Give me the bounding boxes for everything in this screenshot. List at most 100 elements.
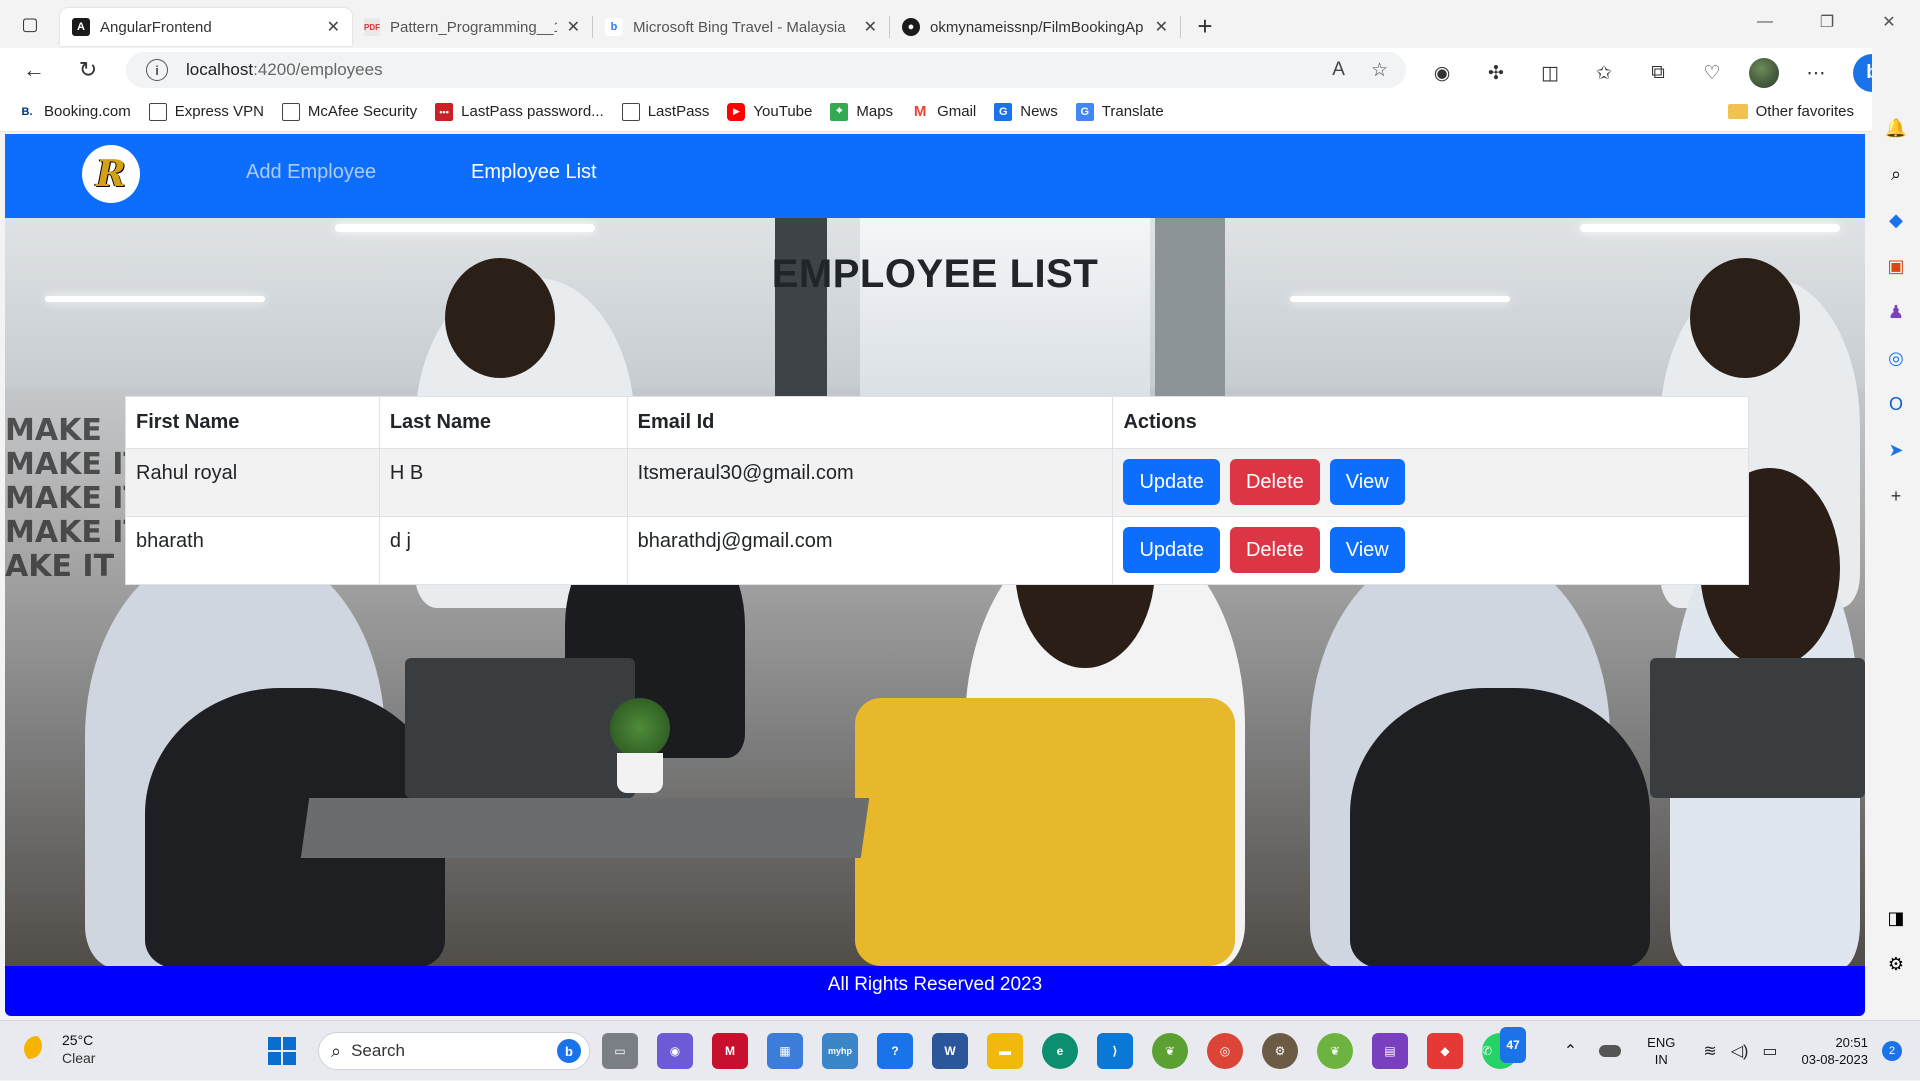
folder-icon [1727,104,1748,119]
spring-boot-icon[interactable]: ❦ [1317,1033,1353,1069]
favorite-mcafee[interactable]: McAfee Security [281,102,417,121]
footer-text: All Rights Reserved 2023 [827,974,1043,995]
help-icon[interactable]: ? [877,1033,913,1069]
show-hidden-icons-chevron-icon[interactable]: ⌃ [1564,1041,1577,1061]
chrome-icon[interactable]: ◎ [1207,1033,1243,1069]
table-header-row: First Name Last Name Email Id Actions [125,396,1749,449]
word-icon[interactable]: W [932,1033,968,1069]
photo-person-legs [1350,688,1650,966]
favorite-lastpass[interactable]: LastPass [621,102,709,121]
tab-strip: ▢ A AngularFrontend ✕ PDF Pattern_Progra… [0,0,1920,48]
vscode-icon[interactable]: ⟩ [1097,1033,1133,1069]
tab-pattern-programming[interactable]: PDF Pattern_Programming__1__1__ly ✕ [352,8,592,46]
favorite-news[interactable]: G News [994,102,1058,121]
favorite-lastpass-password[interactable]: ••• LastPass password... [435,102,604,121]
browser-essentials-icon[interactable]: ♡ [1695,57,1729,89]
collections-icon[interactable]: ⧉ [1641,57,1675,89]
view-button[interactable]: View [1329,527,1405,573]
tab-actions-icon[interactable]: ▢ [10,4,50,44]
battery-icon[interactable]: ▭ [1762,1041,1777,1061]
address-bar-actions: A ☆ [1332,59,1388,82]
split-screen-icon[interactable]: ◫ [1533,57,1567,89]
favorite-translate[interactable]: G Translate [1075,102,1164,121]
back-arrow-icon[interactable]: ← [16,52,52,88]
delete-button[interactable]: Delete [1229,459,1320,505]
extensions-icon[interactable]: ✣ [1479,57,1513,89]
taskbar-search[interactable]: ⌕ Search b [318,1032,590,1070]
refresh-icon[interactable]: ↻ [70,52,106,88]
mcafee-icon[interactable]: M [712,1033,748,1069]
add-sidebar-app-icon[interactable]: + [1880,480,1912,512]
tools-icon[interactable]: ▣ [1880,250,1912,282]
spring-tools-icon[interactable]: ❦ [1152,1033,1188,1069]
favorite-gmail[interactable]: M Gmail [911,103,976,121]
tab-title: Pattern_Programming__1__1__ly [390,18,557,36]
favorite-label: LastPass password... [461,103,604,120]
minimize-icon[interactable]: — [1734,0,1796,44]
window-close-icon[interactable]: ✕ [1858,0,1920,44]
favorite-star-icon[interactable]: ☆ [1371,59,1388,82]
language-indicator[interactable]: ENG IN [1647,1034,1675,1068]
delete-button[interactable]: Delete [1229,527,1320,573]
site-info-icon[interactable]: i [146,59,168,81]
favorite-booking[interactable]: B. Booking.com [18,102,131,121]
maximize-icon[interactable]: ❐ [1796,0,1858,44]
wifi-icon[interactable]: ≋ [1703,1041,1716,1061]
nav-employee-list[interactable]: Employee List [471,161,597,184]
anydesk-icon[interactable]: ◆ [1427,1033,1463,1069]
tab-bing-travel[interactable]: b Microsoft Bing Travel - Malaysia ✕ [593,8,889,46]
drop-icon[interactable]: ➤ [1880,434,1912,466]
tab-angularfrontend[interactable]: A AngularFrontend ✕ [60,8,352,46]
whatsapp-icon[interactable]: ✆ 47 [1482,1027,1526,1069]
sidebar-search-icon[interactable]: ⌕ [1880,158,1912,190]
volume-icon[interactable]: ◁) [1731,1041,1749,1061]
bing-search-icon[interactable]: b [557,1039,581,1063]
microsoft-store-icon[interactable]: ▦ [767,1033,803,1069]
notification-bell-icon[interactable]: 🔔 [1880,112,1912,144]
other-favorites[interactable]: Other favorites [1727,103,1854,120]
favorite-express-vpn[interactable]: Express VPN [148,102,264,121]
address-bar[interactable]: i localhost:4200/employees A ☆ [126,52,1406,88]
windows-start-icon[interactable] [268,1037,296,1065]
more-options-icon[interactable]: ⋯ [1799,57,1833,89]
close-icon[interactable]: ✕ [854,17,877,37]
close-icon[interactable]: ✕ [1145,17,1168,37]
games-icon[interactable]: ♟ [1880,296,1912,328]
clock[interactable]: 20:51 03-08-2023 [1802,1034,1869,1068]
brand-logo[interactable]: R [82,145,140,203]
settings-gear-app-icon[interactable]: ⚙ [1262,1033,1298,1069]
update-button[interactable]: Update [1123,459,1220,505]
teams-chat-icon[interactable]: ◉ [657,1033,693,1069]
weather-widget[interactable]: 25°C Clear [24,1031,95,1067]
view-button[interactable]: View [1329,459,1405,505]
whatsapp-badge: 47 [1500,1027,1526,1063]
address-url[interactable]: localhost:4200/employees [186,60,383,80]
favorite-youtube[interactable]: ▶ YouTube [727,102,812,121]
record-icon[interactable]: ◉ [1425,57,1459,89]
edge-icon[interactable]: e [1042,1033,1078,1069]
url-path: :4200/employees [253,60,383,79]
myhp-icon[interactable]: myhp [822,1033,858,1069]
sidebar-settings-icon[interactable]: ⚙ [1880,948,1912,980]
file-explorer-icon[interactable]: ▬ [987,1033,1023,1069]
favorite-maps[interactable]: ⌖ Maps [830,102,893,121]
cell-email: Itsmeraul30@gmail.com [626,448,1114,517]
outlook-icon[interactable]: O [1880,388,1912,420]
nav-add-employee[interactable]: Add Employee [246,161,376,184]
page-viewport: R Add Employee Employee List MAKE MAKE IT… [5,134,1865,1016]
favorites-icon[interactable]: ✩ [1587,57,1621,89]
close-icon[interactable]: ✕ [317,17,340,37]
tab-github[interactable]: ● okmynameissnp/FilmBookingAp ✕ [890,8,1180,46]
task-view-icon[interactable]: ▭ [602,1033,638,1069]
hide-sidebar-icon[interactable]: ◨ [1880,902,1912,934]
update-button[interactable]: Update [1123,527,1220,573]
new-tab-button[interactable]: + [1187,8,1223,44]
read-aloud-icon[interactable]: A [1332,59,1345,82]
shopping-tag-icon[interactable]: ◆ [1880,204,1912,236]
clipchamp-icon[interactable]: ▤ [1372,1033,1408,1069]
notification-count-badge[interactable]: 2 [1882,1041,1902,1061]
profile-avatar[interactable] [1749,58,1779,88]
close-icon[interactable]: ✕ [557,17,580,37]
microsoft-365-icon[interactable]: ◎ [1880,342,1912,374]
onedrive-cloud-icon[interactable] [1599,1045,1622,1057]
